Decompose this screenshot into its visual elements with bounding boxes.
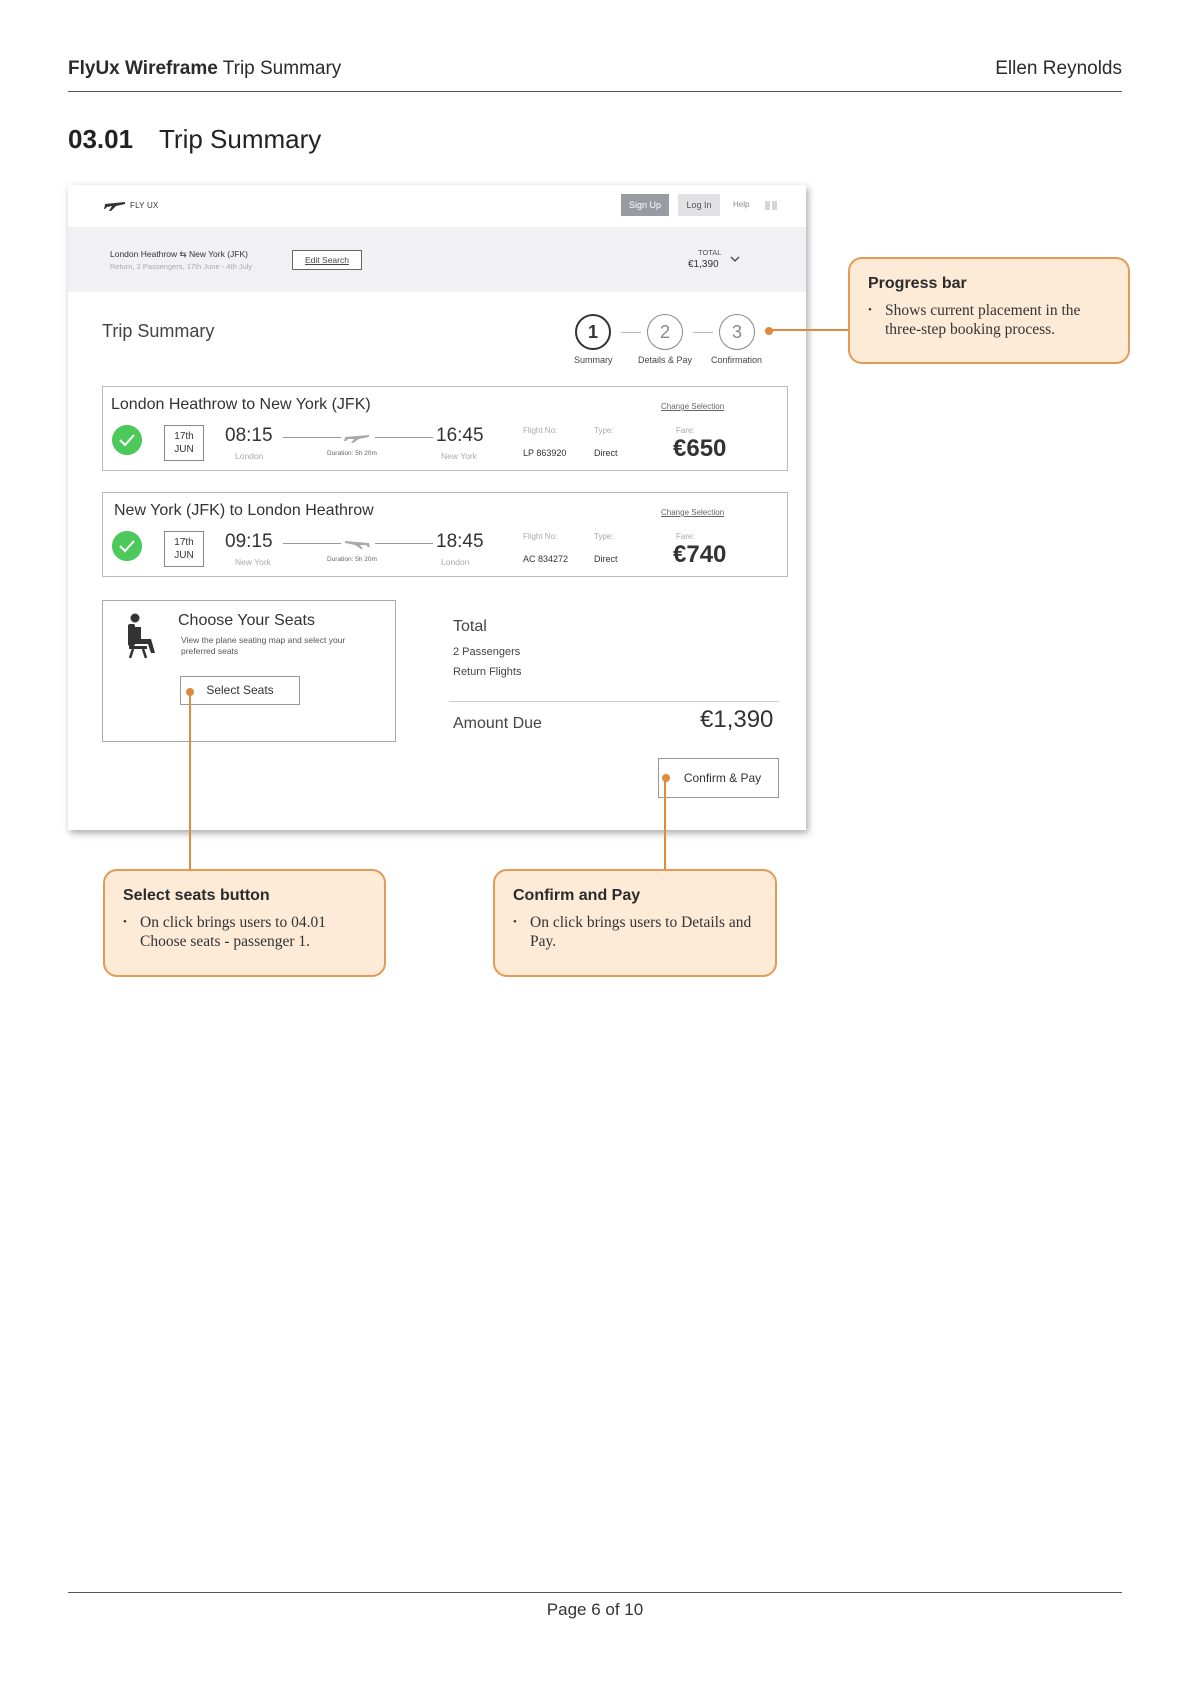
flight-type: Direct — [594, 554, 618, 564]
arrival-time: 16:45 — [436, 425, 484, 446]
select-seats-button[interactable]: Select Seats — [180, 676, 300, 705]
departure-city: New York — [235, 557, 271, 567]
header-divider — [68, 91, 1122, 92]
page-number: Page 6 of 10 — [546, 1600, 644, 1619]
progress-label-confirmation: Confirmation — [711, 355, 763, 365]
total-value[interactable]: €1,390 — [688, 259, 719, 270]
total-flights: Return Flights — [453, 666, 522, 678]
document-header-title: FlyUx Wireframe Trip Summary — [68, 58, 341, 80]
flight-type-label: Type: — [594, 426, 614, 435]
confirm-and-pay-button[interactable]: Confirm & Pay — [658, 758, 779, 798]
seat-icon — [128, 613, 155, 659]
route-line — [375, 437, 433, 438]
section-number: 03.01 — [68, 124, 134, 154]
departure-time: 08:15 — [225, 425, 273, 446]
annotation-connector — [189, 693, 191, 871]
flight-title: London Heathrow to New York (JFK) — [111, 396, 371, 413]
annotation-connector — [664, 779, 666, 871]
flight-day: 17th — [174, 537, 194, 548]
search-route: London Heathrow ⇆ New York (JFK) — [110, 249, 248, 259]
menu-icon[interactable] — [765, 201, 779, 210]
help-link[interactable]: Help — [733, 200, 749, 209]
annotation-connector — [769, 329, 850, 331]
progress-step-confirmation: 3 — [719, 314, 755, 350]
amount-due-value: €1,390 — [700, 706, 774, 733]
annotation-confirm-pay: Confirm and Pay On click brings users to… — [493, 869, 777, 977]
plane-icon — [344, 435, 369, 443]
section-title: Trip Summary — [159, 124, 322, 154]
page-title: Trip Summary — [102, 321, 215, 341]
seats-title: Choose Your Seats — [178, 612, 315, 629]
annotation-select-seats: Select seats button On click brings user… — [103, 869, 386, 977]
document-author: Ellen Reynolds — [995, 58, 1122, 79]
flight-type-label: Type: — [594, 532, 614, 541]
annotation-body: Shows current placement in the three-ste… — [868, 301, 1110, 339]
arrival-time: 18:45 — [436, 531, 484, 552]
check-icon — [112, 531, 142, 561]
flight-number-label: Flight No: — [523, 532, 558, 541]
route-line — [283, 543, 341, 544]
total-passengers: 2 Passengers — [453, 646, 521, 658]
search-details: Return, 2 Passengers, 17th June - 4th Ju… — [110, 262, 253, 271]
fare-label: Fare: — [676, 426, 695, 435]
total-heading: Total — [453, 618, 487, 635]
departure-time: 09:15 — [225, 531, 273, 552]
fare-price: €650 — [673, 435, 727, 462]
annotation-body: On click brings users to 04.01 Choose se… — [123, 913, 366, 951]
document-header-bold: FlyUx Wireframe — [68, 58, 218, 79]
seats-description: View the plane seating map and select yo… — [181, 635, 346, 656]
annotation-title: Confirm and Pay — [513, 887, 641, 904]
total-label: TOTAL — [698, 248, 722, 257]
route-line — [375, 543, 433, 544]
progress-label-summary: Summary — [574, 355, 613, 365]
log-in-button[interactable]: Log In — [678, 194, 720, 216]
check-icon — [112, 425, 142, 455]
fare-label: Fare: — [676, 532, 695, 541]
progress-label-details: Details & Pay — [638, 355, 693, 365]
chevron-down-icon[interactable] — [730, 255, 740, 263]
totals-divider — [449, 701, 779, 702]
flight-duration: Duration: 5h 20m — [327, 556, 377, 563]
progress-connector — [693, 332, 713, 333]
flight-month: JUN — [174, 550, 194, 561]
sign-up-button[interactable]: Sign Up — [621, 194, 669, 216]
annotation-title: Select seats button — [123, 887, 270, 904]
flight-number-label: Flight No: — [523, 426, 558, 435]
amount-due-label: Amount Due — [453, 715, 542, 732]
flight-date: 17th JUN — [164, 425, 204, 461]
plane-icon — [345, 541, 370, 549]
flight-card-outbound: London Heathrow to New York (JFK) Change… — [102, 386, 788, 471]
change-selection-link[interactable]: Change Selection — [661, 402, 724, 411]
search-summary-bar: London Heathrow ⇆ New York (JFK) Return,… — [68, 227, 806, 292]
flight-card-return: New York (JFK) to London Heathrow Change… — [102, 492, 788, 577]
flight-type: Direct — [594, 448, 618, 458]
change-selection-link[interactable]: Change Selection — [661, 508, 724, 517]
edit-search-button[interactable]: Edit Search — [292, 250, 362, 270]
progress-connector — [621, 332, 641, 333]
flight-date: 17th JUN — [164, 531, 204, 567]
logo-text[interactable]: FLY UX — [130, 201, 158, 210]
fare-price: €740 — [673, 541, 727, 568]
flight-duration: Duration: 5h 20m — [327, 450, 377, 457]
departure-city: London — [235, 451, 264, 461]
flight-title: New York (JFK) to London Heathrow — [114, 502, 374, 519]
annotation-title: Progress bar — [868, 275, 967, 292]
footer-divider — [68, 1592, 1122, 1593]
flight-number: AC 834272 — [523, 554, 569, 564]
progress-step-summary: 1 — [575, 314, 611, 350]
annotation-body: On click brings users to Details and Pay… — [513, 913, 757, 951]
flight-number: LP 863920 — [523, 448, 567, 458]
choose-seats-panel: Choose Your Seats View the plane seating… — [102, 600, 396, 742]
document-header-rest: Trip Summary — [222, 58, 342, 79]
arrival-city: London — [441, 557, 470, 567]
plane-logo-icon[interactable] — [104, 198, 126, 212]
wireframe-screen: FLY UX Sign Up Log In Help London Heathr… — [68, 185, 806, 830]
progress-step-details: 2 — [647, 314, 683, 350]
flight-month: JUN — [174, 444, 194, 455]
flight-day: 17th — [174, 431, 194, 442]
arrival-city: New York — [441, 451, 477, 461]
annotation-progress-bar: Progress bar Shows current placement in … — [848, 257, 1130, 364]
route-line — [283, 437, 341, 438]
